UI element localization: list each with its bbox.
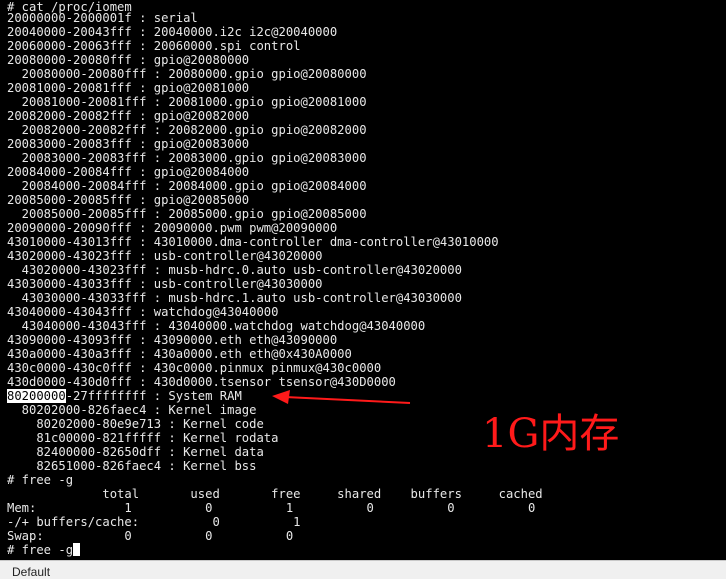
status-bar-text: Default [12,565,51,579]
terminal-line: 20040000-20043fff : 20040000.i2c i2c@200… [7,25,338,39]
terminal-line: 20084000-20084fff : 20084000.gpio gpio@2… [7,179,367,193]
terminal-line: 43010000-43013fff : 43010000.dma-control… [7,235,499,249]
free-buffers-row: -/+ buffers/cache: 0 1 [7,515,301,529]
terminal-line: 43090000-43093fff : 43090000.eth eth@430… [7,333,338,347]
text-cursor [73,543,81,556]
terminal-line: 20090000-20090fff : 20090000.pwm pwm@200… [7,221,338,235]
free-header-row: total used free shared buffers cached [7,487,543,501]
annotation-label: 1G内存 [482,411,620,457]
terminal-line: 20080000-20080fff : 20080000.gpio gpio@2… [7,67,367,81]
terminal-line: 20082000-20082fff : 20082000.gpio gpio@2… [7,123,367,137]
terminal-line: 20081000-20081fff : 20081000.gpio gpio@2… [7,95,367,109]
terminal-line: 430d0000-430d0fff : 430d0000.tsensor tse… [7,375,396,389]
terminal-line: 20083000-20083fff : 20083000.gpio gpio@2… [7,151,367,165]
terminal-line: 20085000-20085fff : gpio@20085000 [7,193,250,207]
terminal-line: 20080000-20080fff : gpio@20080000 [7,53,250,67]
selected-text[interactable]: 80200000 [7,389,66,403]
terminal-line: 43030000-43033fff : usb-controller@43030… [7,277,323,291]
terminal-line: 43040000-43043fff : watchdog@43040000 [7,305,279,319]
terminal-line: 43020000-43023fff : musb-hdrc.0.auto usb… [7,263,462,277]
terminal-line: 82400000-82650dff : Kernel data [7,445,264,459]
terminal-line: # free -g [7,473,74,487]
terminal-line: 82651000-826faec4 : Kernel bss [7,459,257,473]
terminal-window[interactable]: # cat /proc/iomem 20000000-2000001f : se… [0,0,726,560]
prompt-text: # free -g [7,543,74,557]
terminal-line: 80202000-80e9e713 : Kernel code [7,417,264,431]
terminal-line: 20082000-20082fff : gpio@20082000 [7,109,250,123]
terminal-line: 20000000-2000001f : serial [7,11,198,25]
terminal-line: 430c0000-430c0fff : 430c0000.pinmux pinm… [7,361,382,375]
terminal-line: 20083000-20083fff : gpio@20083000 [7,137,250,151]
terminal-line: 20085000-20085fff : 20085000.gpio gpio@2… [7,207,367,221]
terminal-line: 43030000-43033fff : musb-hdrc.1.auto usb… [7,291,462,305]
terminal-line: 80202000-826faec4 : Kernel image [7,403,257,417]
free-mem-row: Mem: 1 0 1 0 0 0 [7,501,536,515]
terminal-line: 20060000-20063fff : 20060000.spi control [7,39,301,53]
status-bar: Default [0,560,726,579]
terminal-line: 20084000-20084fff : gpio@20084000 [7,165,250,179]
free-swap-row: Swap: 0 0 0 [7,529,294,543]
terminal-line: 430a0000-430a3fff : 430a0000.eth eth@0x4… [7,347,352,361]
terminal-line: 81c00000-821fffff : Kernel rodata [7,431,279,445]
system-ram-label: -27ffffffff : System RAM [65,389,242,403]
terminal-line: 20081000-20081fff : gpio@20081000 [7,81,250,95]
terminal-line: 43020000-43023fff : usb-controller@43020… [7,249,323,263]
command-prompt[interactable]: # free -g [7,543,81,557]
terminal-line: 43040000-43043fff : 43040000.watchdog wa… [7,319,426,333]
system-ram-line: 80200000-27ffffffff : System RAM [7,389,242,403]
